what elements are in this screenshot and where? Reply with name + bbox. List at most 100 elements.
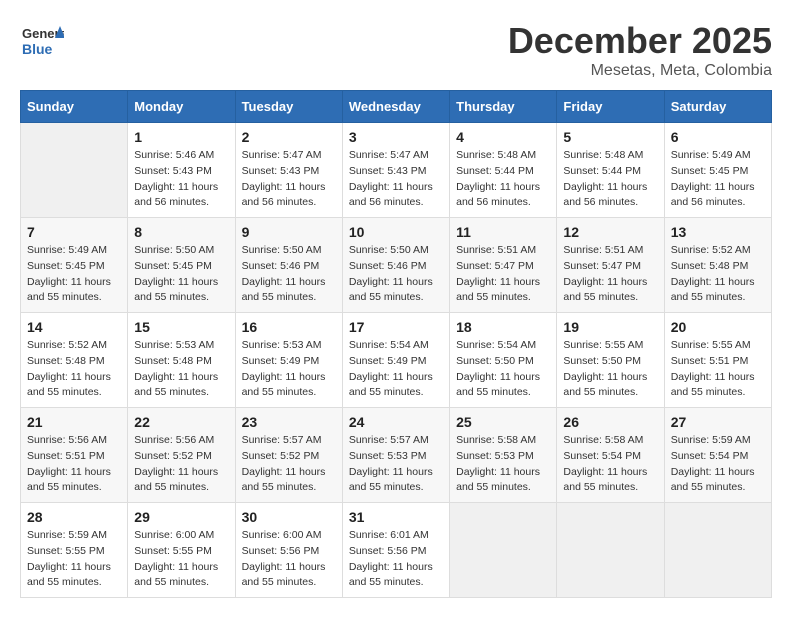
day-cell: 4Sunrise: 5:48 AMSunset: 5:44 PMDaylight… — [450, 123, 557, 218]
col-header-tuesday: Tuesday — [235, 91, 342, 123]
day-info: Sunrise: 5:55 AMSunset: 5:51 PMDaylight:… — [671, 338, 765, 401]
day-info: Sunrise: 5:52 AMSunset: 5:48 PMDaylight:… — [671, 243, 765, 306]
day-number: 2 — [242, 129, 336, 145]
day-cell: 25Sunrise: 5:58 AMSunset: 5:53 PMDayligh… — [450, 408, 557, 503]
day-number: 6 — [671, 129, 765, 145]
day-cell: 30 Sunrise: 6:00 AMSunset: 5:56 PMDayligh… — [235, 503, 342, 598]
day-info: Sunrise: 5:57 AMSunset: 5:53 PMDaylight:… — [349, 433, 443, 496]
day-cell: 16 Sunrise: 5:53 AMSunset: 5:49 PMDayligh… — [235, 313, 342, 408]
day-cell: 11 Sunrise: 5:51 AMSunset: 5:47 PMDayligh… — [450, 218, 557, 313]
day-cell: 20 Sunrise: 5:55 AMSunset: 5:51 PMDayligh… — [664, 313, 771, 408]
day-cell: 28Sunrise: 5:59 AMSunset: 5:55 PMDayligh… — [21, 503, 128, 598]
day-info: Sunrise: 5:47 AMSunset: 5:43 PMDaylight:… — [349, 148, 443, 211]
day-cell: 15 Sunrise: 5:53 AMSunset: 5:48 PMDayligh… — [128, 313, 235, 408]
day-info: Sunrise: 5:50 AMSunset: 5:45 PMDaylight:… — [134, 243, 228, 306]
day-info: Sunrise: 5:49 AMSunset: 5:45 PMDaylight:… — [27, 243, 121, 306]
day-info: Sunrise: 5:58 AMSunset: 5:54 PMDaylight:… — [563, 433, 657, 496]
day-cell: 24 Sunrise: 5:57 AMSunset: 5:53 PMDayligh… — [342, 408, 449, 503]
day-info: Sunrise: 5:48 AMSunset: 5:44 PMDaylight:… — [563, 148, 657, 211]
day-info: Sunrise: 5:49 AMSunset: 5:45 PMDaylight:… — [671, 148, 765, 211]
day-info: Sunrise: 5:47 AMSunset: 5:43 PMDaylight:… — [242, 148, 336, 211]
col-header-wednesday: Wednesday — [342, 91, 449, 123]
day-number: 24 — [349, 414, 443, 430]
day-number: 19 — [563, 319, 657, 335]
header-row: SundayMondayTuesdayWednesdayThursdayFrid… — [21, 91, 772, 123]
day-number: 5 — [563, 129, 657, 145]
day-number: 18 — [456, 319, 550, 335]
day-cell: 17Sunrise: 5:54 AMSunset: 5:49 PMDayligh… — [342, 313, 449, 408]
day-number: 17 — [349, 319, 443, 335]
day-cell: 14 Sunrise: 5:52 AMSunset: 5:48 PMDayligh… — [21, 313, 128, 408]
day-info: Sunrise: 5:54 AMSunset: 5:50 PMDaylight:… — [456, 338, 550, 401]
day-number: 30 — [242, 509, 336, 525]
day-number: 13 — [671, 224, 765, 240]
day-number: 22 — [134, 414, 228, 430]
day-cell: 22 Sunrise: 5:56 AMSunset: 5:52 PMDayligh… — [128, 408, 235, 503]
day-number: 21 — [27, 414, 121, 430]
title-section: December 2025 Mesetas, Meta, Colombia — [508, 20, 772, 80]
day-cell: 29 Sunrise: 6:00 AMSunset: 5:55 PMDayligh… — [128, 503, 235, 598]
day-info: Sunrise: 5:50 AMSunset: 5:46 PMDaylight:… — [349, 243, 443, 306]
day-cell: 27Sunrise: 5:59 AMSunset: 5:54 PMDayligh… — [664, 408, 771, 503]
day-cell — [557, 503, 664, 598]
day-cell — [21, 123, 128, 218]
location: Mesetas, Meta, Colombia — [508, 62, 772, 80]
day-cell: 3 Sunrise: 5:47 AMSunset: 5:43 PMDaylight… — [342, 123, 449, 218]
day-number: 31 — [349, 509, 443, 525]
day-info: Sunrise: 5:46 AMSunset: 5:43 PMDaylight:… — [134, 148, 228, 211]
day-cell — [450, 503, 557, 598]
day-cell: 5 Sunrise: 5:48 AMSunset: 5:44 PMDaylight… — [557, 123, 664, 218]
week-row-2: 7 Sunrise: 5:49 AMSunset: 5:45 PMDaylight… — [21, 218, 772, 313]
col-header-thursday: Thursday — [450, 91, 557, 123]
day-cell: 1 Sunrise: 5:46 AMSunset: 5:43 PMDaylight… — [128, 123, 235, 218]
day-number: 23 — [242, 414, 336, 430]
day-cell: 10 Sunrise: 5:50 AMSunset: 5:46 PMDayligh… — [342, 218, 449, 313]
day-info: Sunrise: 6:00 AMSunset: 5:56 PMDaylight:… — [242, 528, 336, 591]
day-info: Sunrise: 5:53 AMSunset: 5:49 PMDaylight:… — [242, 338, 336, 401]
day-cell: 31 Sunrise: 6:01 AMSunset: 5:56 PMDayligh… — [342, 503, 449, 598]
day-number: 29 — [134, 509, 228, 525]
day-number: 1 — [134, 129, 228, 145]
day-number: 10 — [349, 224, 443, 240]
page-header: General Blue December 2025 Mesetas, Meta… — [20, 20, 772, 80]
day-cell: 9Sunrise: 5:50 AMSunset: 5:46 PMDaylight… — [235, 218, 342, 313]
day-cell: 23 Sunrise: 5:57 AMSunset: 5:52 PMDayligh… — [235, 408, 342, 503]
day-info: Sunrise: 5:59 AMSunset: 5:54 PMDaylight:… — [671, 433, 765, 496]
day-info: Sunrise: 5:52 AMSunset: 5:48 PMDaylight:… — [27, 338, 121, 401]
day-number: 3 — [349, 129, 443, 145]
day-cell: 6 Sunrise: 5:49 AMSunset: 5:45 PMDaylight… — [664, 123, 771, 218]
day-cell: 18 Sunrise: 5:54 AMSunset: 5:50 PMDayligh… — [450, 313, 557, 408]
week-row-1: 1 Sunrise: 5:46 AMSunset: 5:43 PMDaylight… — [21, 123, 772, 218]
day-number: 7 — [27, 224, 121, 240]
day-number: 8 — [134, 224, 228, 240]
week-row-4: 21 Sunrise: 5:56 AMSunset: 5:51 PMDayligh… — [21, 408, 772, 503]
day-number: 12 — [563, 224, 657, 240]
day-cell: 8 Sunrise: 5:50 AMSunset: 5:45 PMDaylight… — [128, 218, 235, 313]
day-info: Sunrise: 5:57 AMSunset: 5:52 PMDaylight:… — [242, 433, 336, 496]
week-row-3: 14 Sunrise: 5:52 AMSunset: 5:48 PMDayligh… — [21, 313, 772, 408]
day-number: 11 — [456, 224, 550, 240]
week-row-5: 28Sunrise: 5:59 AMSunset: 5:55 PMDayligh… — [21, 503, 772, 598]
day-info: Sunrise: 5:59 AMSunset: 5:55 PMDaylight:… — [27, 528, 121, 591]
day-info: Sunrise: 5:56 AMSunset: 5:51 PMDaylight:… — [27, 433, 121, 496]
day-cell: 26Sunrise: 5:58 AMSunset: 5:54 PMDayligh… — [557, 408, 664, 503]
month-title: December 2025 — [508, 20, 772, 62]
day-info: Sunrise: 5:50 AMSunset: 5:46 PMDaylight:… — [242, 243, 336, 306]
day-info: Sunrise: 5:58 AMSunset: 5:53 PMDaylight:… — [456, 433, 550, 496]
day-info: Sunrise: 6:00 AMSunset: 5:55 PMDaylight:… — [134, 528, 228, 591]
col-header-monday: Monday — [128, 91, 235, 123]
day-info: Sunrise: 5:55 AMSunset: 5:50 PMDaylight:… — [563, 338, 657, 401]
day-info: Sunrise: 5:53 AMSunset: 5:48 PMDaylight:… — [134, 338, 228, 401]
day-number: 14 — [27, 319, 121, 335]
day-info: Sunrise: 6:01 AMSunset: 5:56 PMDaylight:… — [349, 528, 443, 591]
day-cell: 19 Sunrise: 5:55 AMSunset: 5:50 PMDayligh… — [557, 313, 664, 408]
day-info: Sunrise: 5:51 AMSunset: 5:47 PMDaylight:… — [456, 243, 550, 306]
day-info: Sunrise: 5:56 AMSunset: 5:52 PMDaylight:… — [134, 433, 228, 496]
day-number: 15 — [134, 319, 228, 335]
day-number: 20 — [671, 319, 765, 335]
calendar-table: SundayMondayTuesdayWednesdayThursdayFrid… — [20, 90, 772, 598]
day-number: 16 — [242, 319, 336, 335]
day-cell: 12Sunrise: 5:51 AMSunset: 5:47 PMDayligh… — [557, 218, 664, 313]
logo: General Blue — [20, 20, 64, 64]
day-number: 4 — [456, 129, 550, 145]
